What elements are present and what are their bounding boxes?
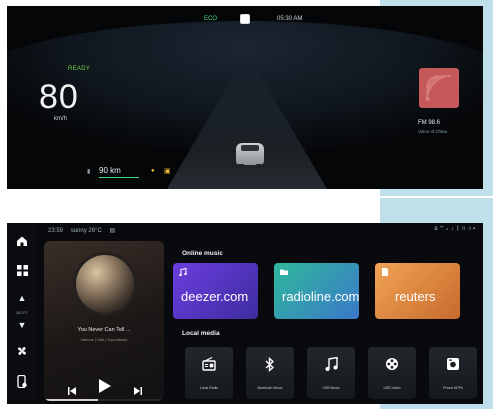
display-icon <box>240 14 250 24</box>
media-label: Phone APPs <box>443 386 463 390</box>
film-reel-icon <box>368 357 416 376</box>
album-art <box>76 255 134 313</box>
network-icon: ▪ <box>472 226 477 232</box>
battery-icon: ▮ <box>87 169 91 175</box>
bluetooth-icon <box>246 356 294 377</box>
home-icon[interactable] <box>14 235 30 247</box>
tile-deezer[interactable]: deezer.com <box>173 263 258 319</box>
song-artist: Various | Hall | Soundtrack <box>80 337 128 342</box>
radio-waves-icon <box>426 75 452 101</box>
media-usb-music[interactable]: USB Music <box>307 347 355 399</box>
radio-album-art[interactable] <box>419 68 459 108</box>
fan-icon[interactable] <box>14 345 30 357</box>
charging-icon: ▣ <box>164 168 171 175</box>
infotainment-screen: ▲ 26.5°C ▼ 23:59 sunny 26°C ▤ ◎⌔▴↓ᛒ▯◁▪ Y… <box>7 223 483 404</box>
radio-station-name: Voice of China <box>418 129 448 134</box>
playback-progress[interactable] <box>44 399 164 401</box>
tile-reuters[interactable]: reuters <box>375 263 460 319</box>
document-icon <box>382 268 388 276</box>
next-track-icon[interactable] <box>134 382 142 400</box>
car-icon <box>233 139 267 168</box>
radio-frequency: FM 98.6 <box>418 120 441 126</box>
drive-mode-label: ECO <box>204 16 218 22</box>
phone-app-icon <box>429 357 477 376</box>
media-bluetooth-music[interactable]: Bluetooth Music <box>246 347 294 399</box>
media-label: Local Radio <box>199 386 219 390</box>
calendar-icon: ▤ <box>109 228 116 234</box>
cluster-top-bar: ECO 05:30 AM <box>7 12 483 26</box>
status-clock: 23:59 <box>48 228 64 234</box>
song-title: You Never Can Tell ... <box>77 327 131 333</box>
online-music-title: Online music <box>182 250 223 257</box>
music-note-icon <box>307 356 355 376</box>
tile-radioline[interactable]: radioline.com <box>274 263 359 319</box>
phone-settings-icon[interactable] <box>14 375 30 388</box>
ready-indicator: READY <box>68 66 91 72</box>
folder-icon <box>280 269 288 275</box>
music-note-icon <box>179 268 187 276</box>
tile-label: reuters <box>395 289 436 304</box>
media-label: USB Video <box>383 386 401 390</box>
media-phone-apps[interactable]: Phone APPs <box>429 347 477 399</box>
speed-unit: km/h <box>54 116 68 122</box>
media-local-radio[interactable]: Local Radio <box>185 347 233 399</box>
range-bar: ▮ 90 km ● ▣ <box>87 166 171 178</box>
temperature-label: 26.5°C <box>15 310 29 315</box>
tile-label: radioline.com <box>282 289 359 304</box>
previous-track-icon[interactable] <box>68 382 76 400</box>
media-usb-video[interactable]: USB Video <box>368 347 416 399</box>
radio-icon <box>185 356 233 376</box>
range-line <box>99 177 139 178</box>
speedometer-value: 80 <box>39 78 79 116</box>
play-icon[interactable] <box>99 379 111 398</box>
cluster-clock: 05:30 AM <box>277 16 303 22</box>
temp-up-icon[interactable]: ▲ <box>14 293 30 303</box>
instrument-cluster: ECO 05:30 AM READY 80 km/h ▮ 90 km ● ▣ F… <box>7 6 483 189</box>
media-label: Bluetooth Music <box>257 386 283 390</box>
status-bar: 23:59 sunny 26°C ▤ <box>48 227 121 234</box>
bolt-icon: ● <box>151 168 155 174</box>
apps-grid-icon[interactable] <box>14 265 30 276</box>
media-label: USB Music <box>322 386 340 390</box>
weather-label: sunny 26°C <box>70 228 102 234</box>
tile-label: deezer.com <box>181 289 249 304</box>
local-media-title: Local media <box>182 330 220 337</box>
temp-down-icon[interactable]: ▼ <box>14 320 30 330</box>
now-playing-card[interactable]: You Never Can Tell ... Various | Hall | … <box>44 241 164 401</box>
status-icons: ◎⌔▴↓ᛒ▯◁▪ <box>434 226 477 232</box>
range-value: 90 km <box>99 166 121 175</box>
sidebar: ▲ 26.5°C ▼ <box>7 223 37 404</box>
